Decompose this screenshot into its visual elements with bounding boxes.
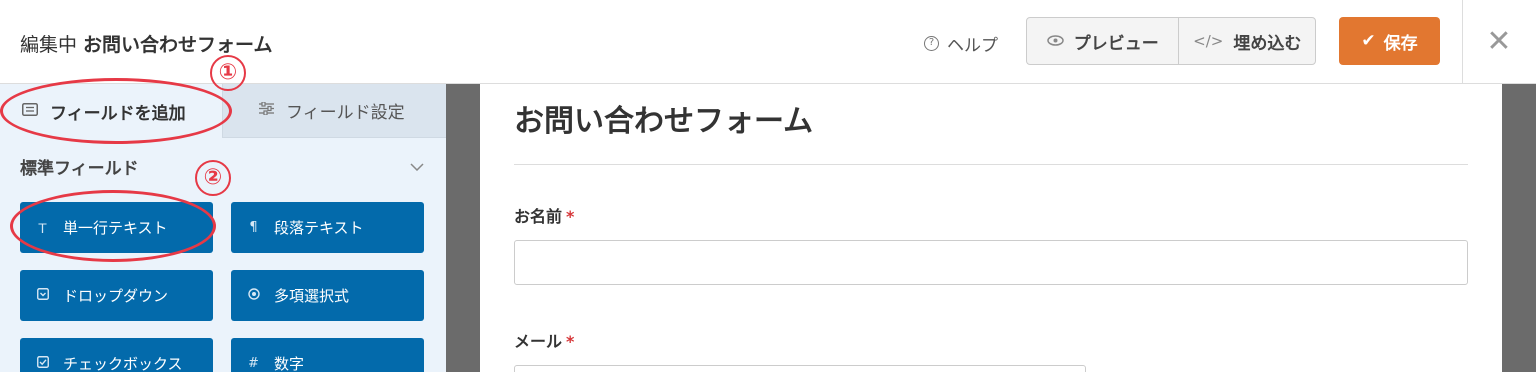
help-label: ヘルプ xyxy=(947,36,998,56)
sliders-icon xyxy=(259,101,274,119)
email-label-text: メール xyxy=(514,332,563,351)
header-divider xyxy=(1462,0,1463,84)
annotation-step-1: ① xyxy=(210,55,246,91)
field-dropdown[interactable]: ドロップダウン xyxy=(20,270,213,321)
embed-button[interactable]: </> 埋め込む xyxy=(1179,18,1315,64)
name-label-text: お名前 xyxy=(514,207,563,226)
field-numbers[interactable]: # 数字 xyxy=(231,338,424,372)
chevron-down-icon xyxy=(410,159,424,175)
dropdown-icon xyxy=(36,287,49,304)
field-label-multiple-choice: 多項選択式 xyxy=(274,287,350,305)
name-input[interactable] xyxy=(514,240,1468,285)
save-label: 保存 xyxy=(1383,33,1418,54)
tab-field-settings[interactable]: フィールド設定 xyxy=(222,84,446,138)
field-label-checkboxes: チェックボックス xyxy=(63,355,183,372)
preview-label: プレビュー xyxy=(1073,33,1159,54)
name-field-label: お名前 * xyxy=(514,203,574,227)
preview-embed-group: プレビュー </> 埋め込む xyxy=(1026,17,1316,65)
form-title: お問い合わせフォーム xyxy=(514,104,814,139)
question-icon: ? xyxy=(924,36,939,51)
page-title: 編集中 お問い合わせフォーム xyxy=(20,30,272,57)
help-link[interactable]: ? ヘルプ xyxy=(924,31,998,56)
field-paragraph-text[interactable]: ¶ 段落テキスト xyxy=(231,202,424,253)
embed-label: 埋め込む xyxy=(1233,33,1302,54)
annotation-circle-add-fields xyxy=(0,78,232,144)
checkbox-icon xyxy=(36,355,49,372)
radio-icon xyxy=(247,287,260,304)
close-icon[interactable]: ✕ xyxy=(1486,27,1512,57)
code-icon: </> xyxy=(1193,32,1224,50)
hash-icon: # xyxy=(248,356,259,371)
field-label-numbers: 数字 xyxy=(274,355,305,372)
required-marker: * xyxy=(566,207,575,226)
editing-form-name: お問い合わせフォーム xyxy=(83,34,273,56)
section-title: 標準フィールド xyxy=(20,159,139,179)
email-field-label: メール * xyxy=(514,328,574,352)
required-marker: * xyxy=(566,332,575,351)
field-checkboxes[interactable]: チェックボックス xyxy=(20,338,213,372)
annotation-circle-single-line-text xyxy=(10,190,216,262)
email-input[interactable] xyxy=(514,365,1086,372)
tab-field-settings-label: フィールド設定 xyxy=(286,103,405,123)
paragraph-icon: ¶ xyxy=(249,220,258,235)
check-icon: ✔ xyxy=(1361,31,1376,51)
field-label-paragraph-text: 段落テキスト xyxy=(274,219,364,237)
annotation-step-2: ② xyxy=(195,160,231,196)
eye-icon xyxy=(1046,32,1064,50)
preview-button[interactable]: プレビュー xyxy=(1027,18,1180,64)
save-button[interactable]: ✔ 保存 xyxy=(1339,17,1440,65)
field-label-dropdown: ドロップダウン xyxy=(63,287,169,305)
field-multiple-choice[interactable]: 多項選択式 xyxy=(231,270,424,321)
editing-prefix: 編集中 xyxy=(20,34,78,56)
form-divider xyxy=(514,164,1468,165)
